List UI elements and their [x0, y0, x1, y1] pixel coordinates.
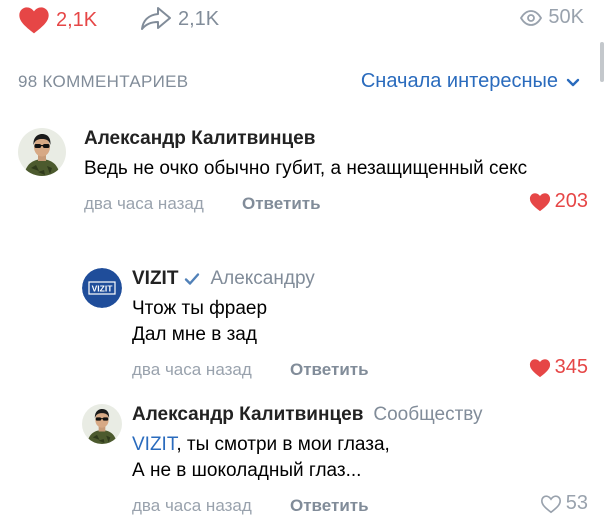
author-line: Александр Калитвинцев	[84, 128, 588, 150]
post-share-count: 2,1K	[178, 7, 220, 30]
comments-header: 98 КОММЕНТАРИЕВ Сначала интересные	[0, 68, 604, 98]
comment-meta: два часа назад Ответить 345	[132, 356, 588, 382]
comment-text-line: Чтож ты фраер	[132, 298, 268, 319]
verified-check-icon	[184, 272, 200, 286]
reply-to-label[interactable]: Александру	[210, 268, 314, 290]
eye-icon	[520, 9, 543, 26]
post-share-button[interactable]: 2,1K	[140, 6, 219, 32]
post-like-button[interactable]: 2,1K	[18, 6, 97, 34]
comment-text: VIZIT, ты смотри в мои глаза, А не в шок…	[132, 432, 588, 484]
comment-like-button[interactable]: 203	[529, 190, 588, 213]
comment-text-line: А не в шоколадный глаз...	[132, 460, 362, 481]
comment-like-count: 203	[554, 190, 588, 212]
comment-text-line: Дал мне в зад	[132, 324, 257, 345]
vizit-logo-text: VIZIT	[92, 284, 114, 294]
post-views: 50K	[520, 6, 584, 29]
chevron-down-icon	[566, 78, 580, 86]
avatar[interactable]	[82, 404, 122, 444]
mention-link[interactable]: VIZIT	[132, 434, 176, 455]
comment-time[interactable]: два часа назад	[132, 496, 252, 516]
comments-count: 98 КОММЕНТАРИЕВ	[18, 72, 189, 91]
comment-like-count: 53	[565, 492, 588, 514]
comment-meta: два часа назад Ответить 203	[84, 190, 588, 216]
heart-outline-icon	[540, 494, 561, 513]
comment-like-count: 345	[554, 356, 588, 378]
post-actions-bar: 2,1K 2,1K 50K	[0, 0, 604, 40]
comment-like-button[interactable]: 53	[540, 492, 588, 515]
post-like-count: 2,1K	[56, 8, 98, 31]
comment-text: Ведь не очко обычно губит, а незащищенны…	[84, 158, 528, 179]
comment-meta: два часа назад Ответить 53	[132, 492, 588, 518]
comment-body: Александр Калитвинцев Сообществу VIZIT, …	[132, 404, 588, 518]
comment-time[interactable]: два часа назад	[84, 194, 204, 214]
reply-button[interactable]: Ответить	[290, 496, 369, 516]
heart-filled-icon	[19, 7, 49, 34]
sort-dropdown[interactable]: Сначала интересные	[361, 70, 580, 93]
heart-filled-icon	[529, 358, 550, 377]
comment-text-fragment: , ты смотри в мои глаза,	[176, 434, 390, 455]
reply-button[interactable]: Ответить	[290, 360, 369, 380]
share-arrow-icon	[141, 7, 171, 30]
heart-filled-icon	[529, 192, 550, 211]
sort-label: Сначала интересные	[360, 70, 558, 92]
author-line: Александр Калитвинцев Сообществу	[132, 404, 588, 426]
comment-like-button[interactable]: 345	[529, 356, 588, 379]
reply-to-label[interactable]: Сообществу	[373, 404, 482, 426]
author-name[interactable]: Александр Калитвинцев	[84, 128, 315, 150]
post-views-count: 50K	[548, 6, 584, 28]
author-line: VIZIT Александру	[132, 268, 588, 290]
comment-body: VIZIT Александру Чтож ты фраер Дал мне в…	[132, 268, 588, 382]
author-name[interactable]: Александр Калитвинцев	[132, 404, 363, 426]
comment-body: Александр Калитвинцев Ведь не очко обычн…	[84, 128, 588, 216]
avatar[interactable]	[18, 128, 66, 176]
avatar[interactable]: VIZIT	[82, 268, 122, 308]
reply-button[interactable]: Ответить	[242, 194, 321, 214]
author-name[interactable]: VIZIT	[132, 268, 178, 290]
comment-time[interactable]: два часа назад	[132, 360, 252, 380]
comment-text: Чтож ты фраер Дал мне в зад	[132, 296, 588, 348]
comment-text-line: VIZIT, ты смотри в мои глаза,	[132, 432, 588, 458]
